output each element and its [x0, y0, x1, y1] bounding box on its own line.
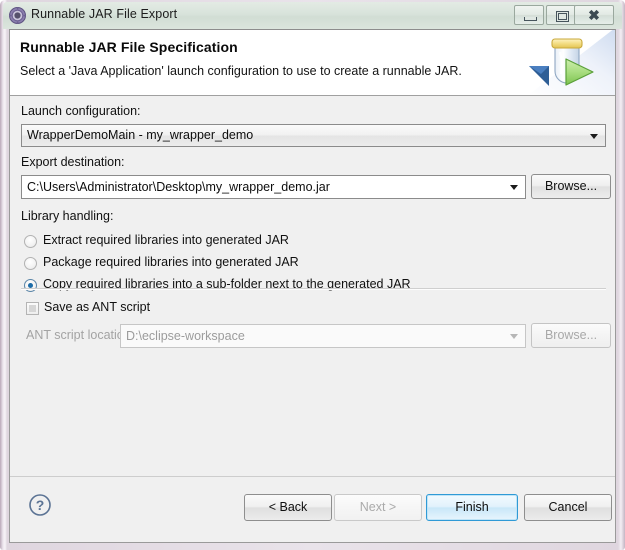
ant-script-location-label: ANT script location: [26, 328, 135, 342]
dialog-window: Runnable JAR File Export ✖ Runnable JAR … [0, 0, 625, 550]
chevron-down-icon [510, 185, 518, 190]
export-destination-value: C:\Users\Administrator\Desktop\my_wrappe… [27, 180, 330, 194]
checkbox-icon [26, 302, 39, 315]
radio-icon-selected [24, 279, 37, 292]
restore-icon-inner [558, 13, 567, 20]
back-button[interactable]: < Back [244, 494, 332, 521]
close-icon: ✖ [588, 7, 600, 23]
radio-extract-libraries-label: Extract required libraries into generate… [43, 233, 289, 247]
dialog-client-area: Runnable JAR File Specification Select a… [9, 29, 616, 543]
launch-configuration-combo[interactable]: WrapperDemoMain - my_wrapper_demo [21, 124, 606, 147]
minimize-icon [524, 17, 537, 21]
ant-script-location-input: D:\eclipse-workspace [120, 324, 526, 348]
svg-text:?: ? [36, 497, 45, 513]
help-icon[interactable]: ? [28, 493, 52, 517]
launch-configuration-value: WrapperDemoMain - my_wrapper_demo [27, 128, 254, 142]
save-as-ant-script-label: Save as ANT script [44, 300, 151, 314]
chevron-down-icon [590, 133, 598, 139]
dialog-button-bar: ? < Back Next > Finish Cancel [10, 476, 615, 542]
radio-package-libraries-label: Package required libraries into generate… [43, 255, 299, 269]
radio-icon [24, 235, 37, 248]
wizard-banner: Runnable JAR File Specification Select a… [10, 30, 615, 96]
page-description: Select a 'Java Application' launch confi… [20, 64, 462, 78]
page-title: Runnable JAR File Specification [20, 39, 238, 55]
close-button[interactable]: ✖ [574, 5, 614, 25]
export-jar-icon [9, 7, 26, 24]
chevron-down-icon [510, 334, 518, 339]
export-destination-label: Export destination: [21, 155, 125, 169]
browse-export-destination-button[interactable]: Browse... [531, 174, 611, 199]
ant-script-location-value: D:\eclipse-workspace [126, 329, 245, 343]
window-title: Runnable JAR File Export [31, 7, 178, 21]
jar-export-banner-icon [528, 30, 615, 95]
title-bar[interactable]: Runnable JAR File Export ✖ [3, 2, 622, 29]
wizard-page-content: Launch configuration: WrapperDemoMain - … [10, 96, 615, 477]
library-handling-label: Library handling: [21, 209, 114, 223]
next-button: Next > [334, 494, 422, 521]
restore-button[interactable] [546, 5, 576, 25]
radio-icon [24, 257, 37, 270]
minimize-button[interactable] [514, 5, 544, 25]
launch-configuration-label: Launch configuration: [21, 104, 141, 118]
export-destination-input[interactable]: C:\Users\Administrator\Desktop\my_wrappe… [21, 175, 526, 199]
finish-button[interactable]: Finish [426, 494, 518, 521]
browse-ant-script-button: Browse... [531, 323, 611, 348]
section-divider [21, 288, 606, 290]
cancel-button[interactable]: Cancel [524, 494, 612, 521]
